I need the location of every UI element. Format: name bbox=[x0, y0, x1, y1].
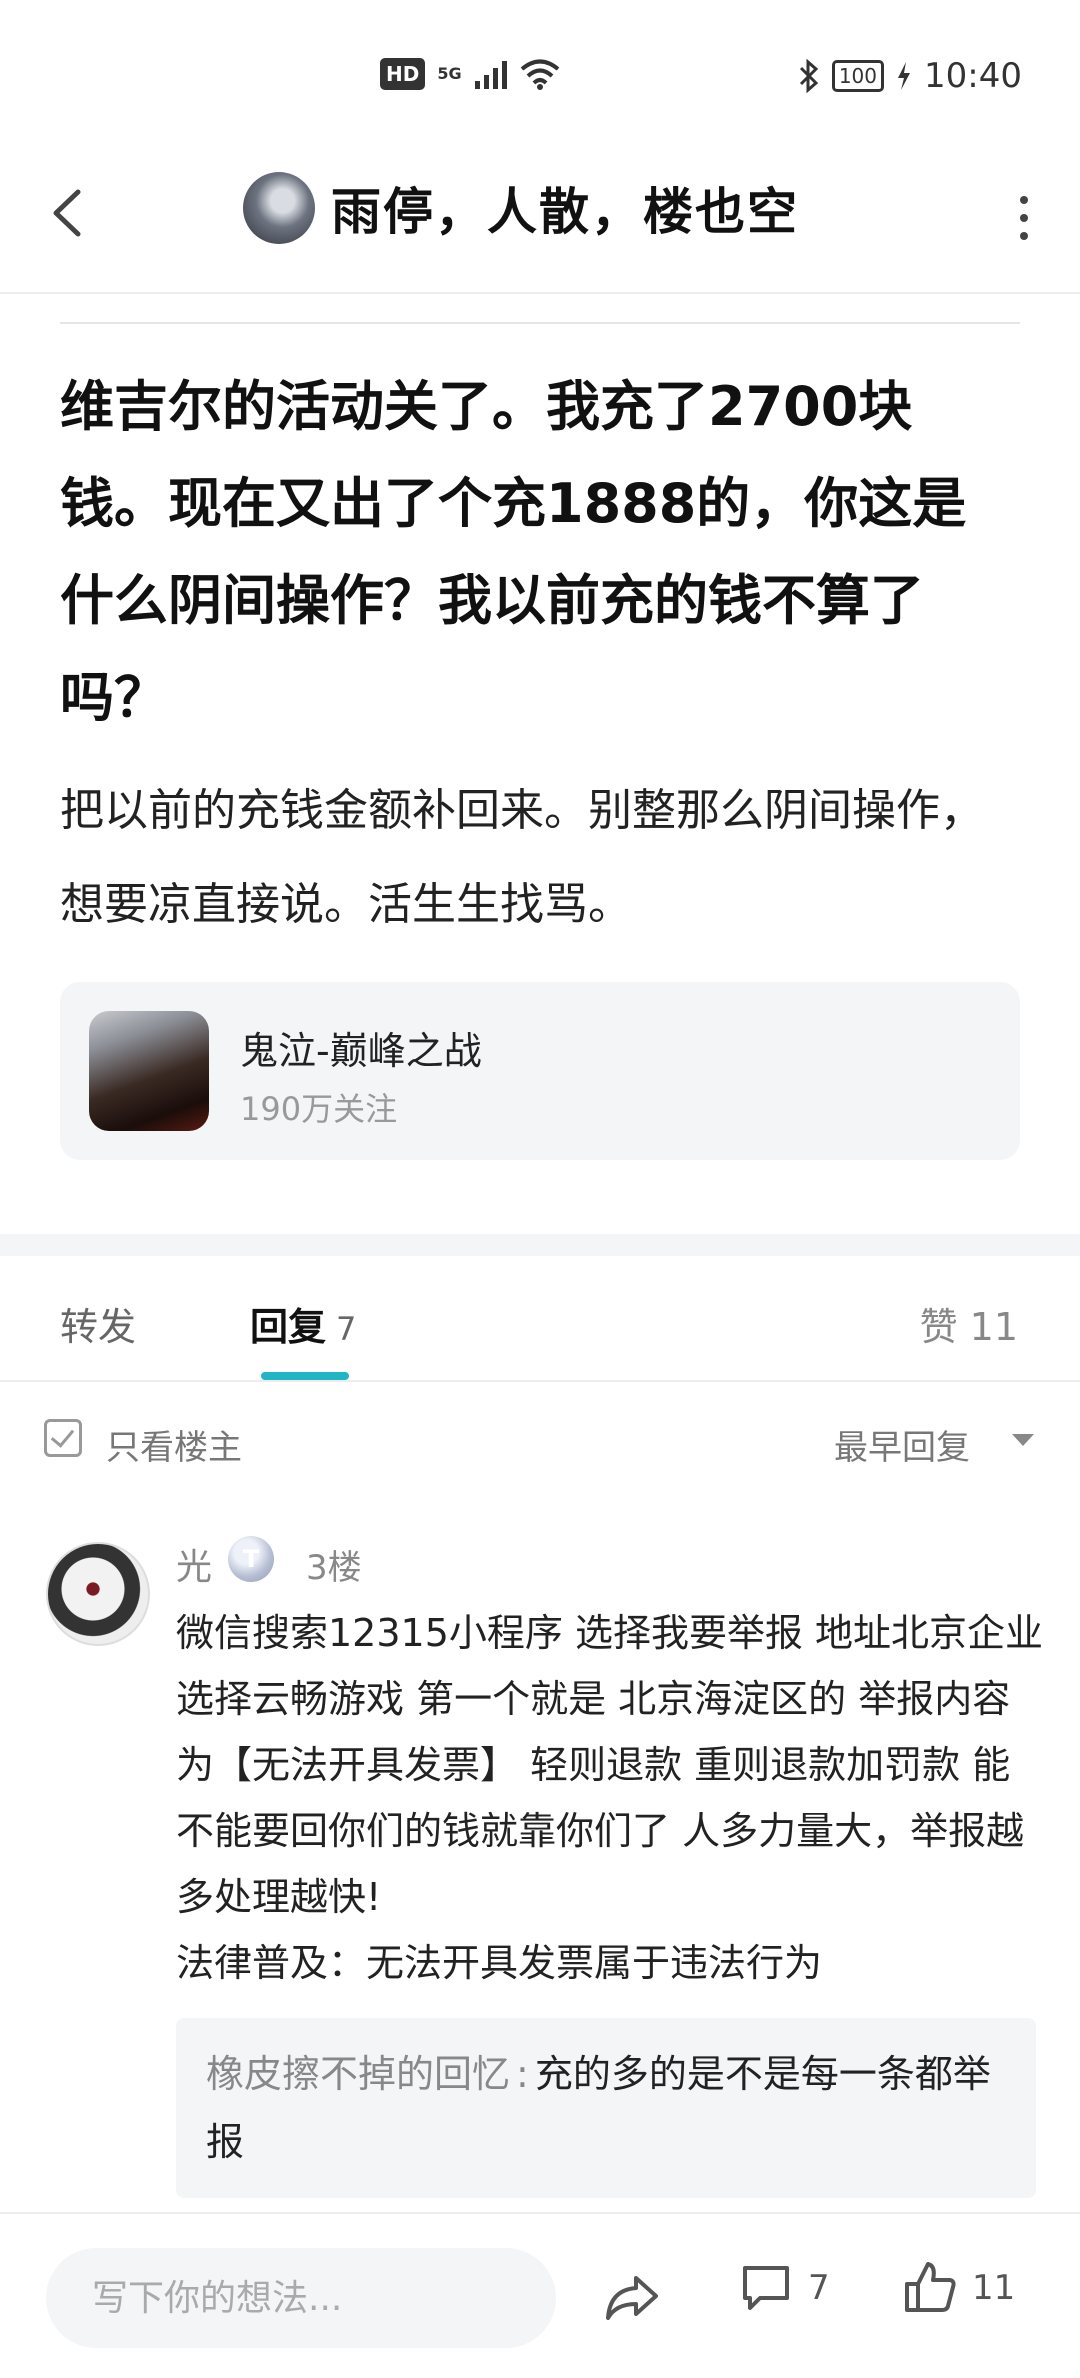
comment-floor: 3楼 bbox=[306, 1548, 362, 1588]
hd-badge: HD bbox=[380, 58, 426, 90]
game-name: 鬼泣-巅峰之战 bbox=[240, 1029, 482, 1073]
sub-reply-author[interactable]: 橡皮擦不掉的回忆 bbox=[206, 2052, 510, 2096]
page-title: 雨停，人散，楼也空 bbox=[331, 183, 799, 241]
divider bbox=[60, 322, 1020, 324]
clock: 10:40 bbox=[924, 56, 1022, 96]
reply-button[interactable]: 7 bbox=[740, 2262, 830, 2314]
only-op-label[interactable]: 只看楼主 bbox=[106, 1420, 242, 1469]
tab-reply[interactable]: 回复 7 bbox=[250, 1296, 356, 1351]
battery-indicator: 100 bbox=[831, 60, 885, 92]
tab-reply-label: 回复 bbox=[250, 1305, 327, 1349]
bottom-bar: 7 11 bbox=[0, 2212, 1080, 2378]
like-count: 11 bbox=[972, 2268, 1016, 2308]
network-generation: 5G bbox=[437, 64, 462, 83]
game-icon bbox=[89, 1011, 209, 1131]
comment-text: 微信搜索12315小程序 选择我要举报 地址北京企业选择云畅游戏 第一个就是 北… bbox=[176, 1611, 1044, 1985]
sort-dropdown[interactable]: 最早回复 bbox=[834, 1420, 970, 1469]
comment-author[interactable]: 光 bbox=[176, 1538, 212, 1590]
only-op-checkbox[interactable] bbox=[44, 1419, 82, 1457]
tab-reply-count: 7 bbox=[336, 1310, 357, 1348]
tab-likes[interactable]: 赞 11 bbox=[920, 1296, 1018, 1351]
author-header[interactable]: 雨停，人散，楼也空 bbox=[243, 172, 799, 244]
post-body: 把以前的充钱金额补回来。别整那么阴间操作，想要凉直接说。活生生找骂。 bbox=[60, 785, 984, 930]
more-button[interactable] bbox=[1004, 188, 1044, 248]
author-avatar[interactable] bbox=[243, 172, 315, 244]
game-followers: 190万关注 bbox=[240, 1090, 398, 1128]
game-card[interactable]: 鬼泣-巅峰之战 190万关注 bbox=[60, 982, 1020, 1160]
title-bar: 雨停，人散，楼也空 bbox=[0, 150, 1080, 294]
section-divider bbox=[0, 1234, 1080, 1256]
tab-indicator bbox=[261, 1372, 349, 1380]
back-button[interactable] bbox=[42, 178, 112, 248]
comment-avatar[interactable] bbox=[46, 1542, 150, 1646]
signal-icon bbox=[474, 61, 507, 89]
user-level-badge: T bbox=[228, 1536, 274, 1582]
chevron-left-icon bbox=[53, 189, 81, 237]
comment-input[interactable] bbox=[46, 2248, 556, 2348]
sub-reply-separator: : bbox=[516, 2052, 529, 2096]
comment-icon bbox=[743, 2266, 789, 2310]
caret-down-icon[interactable] bbox=[1012, 1434, 1034, 1446]
thumbs-up-icon bbox=[905, 2262, 956, 2312]
like-button[interactable]: 11 bbox=[902, 2260, 1015, 2316]
reply-count: 7 bbox=[808, 2268, 830, 2308]
filter-row: 只看楼主 最早回复 bbox=[0, 1410, 1080, 1480]
charging-icon bbox=[898, 62, 911, 90]
share-icon bbox=[606, 2276, 658, 2320]
bluetooth-icon bbox=[799, 59, 819, 93]
tab-forward[interactable]: 转发 bbox=[60, 1296, 136, 1351]
status-right: 100 10:40 bbox=[798, 56, 1022, 96]
more-vertical-icon bbox=[1020, 196, 1028, 204]
share-button[interactable] bbox=[600, 2264, 670, 2334]
network-indicators: HD 5G bbox=[380, 58, 560, 90]
tab-bar: 转发 回复 7 赞 11 bbox=[0, 1256, 1080, 1382]
wifi-icon bbox=[520, 59, 559, 90]
post-title: 维吉尔的活动关了。我充了2700块钱。现在又出了个充1888的，你这是什么阴间操… bbox=[60, 375, 967, 729]
sub-reply[interactable]: 橡皮擦不掉的回忆: 充的多的是不是每一条都举报 bbox=[176, 2018, 1036, 2198]
status-bar: HD 5G 100 10:40 bbox=[0, 0, 1080, 150]
